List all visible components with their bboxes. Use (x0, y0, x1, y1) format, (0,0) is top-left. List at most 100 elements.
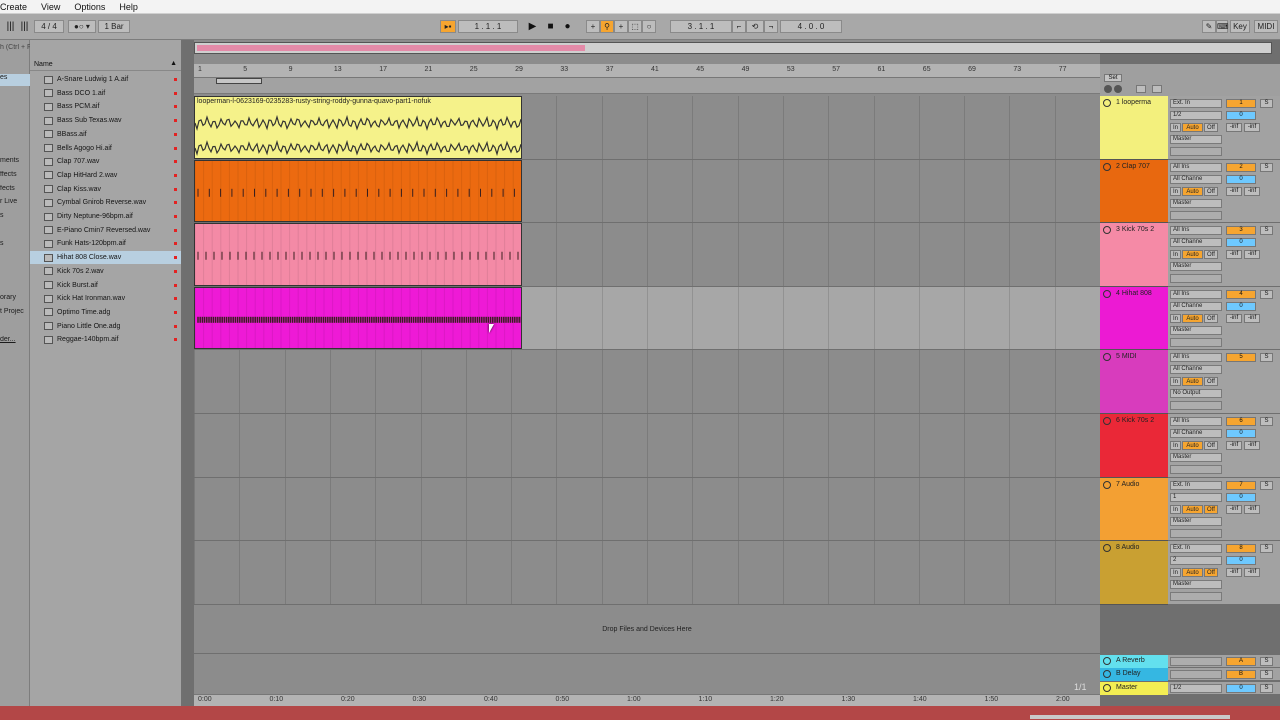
track-fold-icon[interactable] (1103, 99, 1111, 107)
track-header[interactable]: 1 looperma (1100, 96, 1168, 160)
browser-file-row[interactable]: Clap HitHard 2.wav (30, 169, 181, 182)
browser-file-row[interactable]: Kick 70s 2.wav (30, 265, 181, 278)
punch-in-button[interactable]: ⌐ (732, 20, 746, 33)
lock-icon[interactable] (1152, 85, 1162, 93)
browser-file-row[interactable]: Funk Hats-120bpm.aif (30, 237, 181, 250)
preview-dot-icon[interactable] (174, 256, 177, 260)
track-header[interactable]: 2 Clap 707 (1100, 159, 1168, 224)
track-activator-button[interactable]: 1 (1226, 99, 1256, 108)
return-activator-button[interactable]: B (1226, 670, 1256, 679)
set-button[interactable]: Set (1104, 74, 1122, 82)
output-channel-select[interactable] (1170, 465, 1222, 474)
track-header[interactable]: 3 Kick 70s 2 (1100, 223, 1168, 287)
monitor-off-button[interactable]: Off (1204, 313, 1218, 323)
monitor-off-button[interactable]: Off (1204, 250, 1218, 260)
menu-create[interactable]: Create (0, 2, 27, 12)
master-volume-field[interactable]: 0 (1226, 684, 1256, 693)
browser-file-row[interactable]: E-Piano Cmin7 Reversed.wav (30, 224, 181, 237)
follow-button[interactable]: ▸▪ (440, 20, 456, 33)
track-activator-button[interactable]: 5 (1226, 353, 1256, 363)
midi-map-button[interactable]: MIDI (1254, 20, 1278, 33)
arrangement-overview[interactable] (194, 42, 1272, 54)
track-fold-icon[interactable] (1103, 684, 1111, 692)
category-item[interactable]: r Live (0, 198, 30, 205)
computer-keyboard-icon[interactable]: ⌨ (1216, 20, 1229, 33)
track-activator-button[interactable]: 2 (1226, 162, 1256, 172)
track-volume-field[interactable]: 0 (1226, 301, 1256, 311)
preview-dot-icon[interactable] (174, 201, 177, 205)
track-volume-field[interactable]: 0 (1226, 556, 1256, 566)
browser-file-row[interactable]: Clap Kiss.wav (30, 183, 181, 196)
input-channel-select[interactable]: All Channe (1170, 429, 1222, 438)
monitor-in-button[interactable]: In (1170, 186, 1181, 196)
return-io-select[interactable] (1170, 657, 1222, 666)
loop-brace-lane[interactable] (194, 78, 1100, 94)
monitor-off-button[interactable]: Off (1204, 123, 1218, 132)
monitor-in-button[interactable]: In (1170, 568, 1181, 578)
browser-file-row[interactable]: Reggae-140bpm.aif (30, 333, 181, 346)
preview-dot-icon[interactable] (174, 160, 177, 164)
output-channel-select[interactable] (1170, 337, 1222, 347)
automation-arm-button[interactable]: ⚲ (600, 20, 614, 33)
punch-out-button[interactable]: ¬ (764, 20, 778, 33)
track-volume-field[interactable]: 0 (1226, 174, 1256, 184)
session-record-button[interactable]: + (614, 20, 628, 33)
solo-button[interactable]: S (1260, 162, 1273, 172)
category-item[interactable]: es (0, 74, 30, 86)
loop-button[interactable]: ⟲ (746, 20, 764, 33)
input-type-select[interactable]: All Ins (1170, 289, 1222, 299)
browser-file-row[interactable]: Kick Hat Ironman.wav (30, 292, 181, 305)
track-fold-icon[interactable] (1103, 353, 1111, 362)
solo-button[interactable]: S (1260, 544, 1273, 554)
time-signature-field[interactable]: 4 / 4 (34, 20, 64, 33)
track-fold-icon[interactable] (1103, 544, 1111, 553)
monitor-auto-button[interactable]: Auto (1182, 441, 1203, 450)
track-lane[interactable] (194, 159, 1100, 224)
draw-mode-icon[interactable]: ✎ (1202, 20, 1216, 33)
monitor-auto-button[interactable]: Auto (1182, 377, 1203, 387)
preview-dot-icon[interactable] (174, 338, 177, 342)
tempo-bars-icon[interactable]: ||| (18, 20, 31, 33)
monitor-in-button[interactable]: In (1170, 313, 1181, 323)
output-select[interactable]: Master (1170, 325, 1222, 335)
browser-file-row[interactable]: Bells Agogo Hi.aif (30, 142, 181, 155)
track-fold-icon[interactable] (1103, 480, 1111, 489)
browser-file-row[interactable]: Piano Little One.adg (30, 320, 181, 333)
track-header[interactable]: 6 Kick 70s 2 (1100, 414, 1168, 478)
return-track-header[interactable]: B Delay (1100, 668, 1168, 681)
output-channel-select[interactable] (1170, 528, 1222, 538)
input-channel-select[interactable]: 1/2 (1170, 111, 1222, 120)
time-ruler[interactable]: 0:00 0:10 0:20 0:30 0:40 0:50 1:00 1:10 1:20 1:30… (194, 694, 1100, 706)
monitor-auto-button[interactable]: Auto (1182, 186, 1203, 196)
track-volume-field[interactable]: 0 (1226, 492, 1256, 502)
track-header[interactable]: 4 Hihat 808 (1100, 286, 1168, 351)
category-item[interactable]: orary (0, 294, 30, 301)
output-select[interactable]: Master (1170, 198, 1222, 208)
preview-dot-icon[interactable] (174, 283, 177, 287)
record-icon[interactable]: ● (561, 20, 574, 33)
solo-button[interactable]: S (1260, 657, 1273, 666)
output-channel-select[interactable] (1170, 401, 1222, 411)
category-item[interactable]: s (0, 240, 30, 247)
browser-file-row[interactable]: Bass Sub Texas.wav (30, 114, 181, 127)
sort-icon[interactable]: ▲ (170, 60, 177, 67)
solo-button[interactable]: S (1260, 684, 1273, 693)
capture-button[interactable]: ⬚ (628, 20, 642, 33)
browser-file-row[interactable]: Kick Burst.aif (30, 279, 181, 292)
drop-zone[interactable]: Drop Files and Devices Here (194, 606, 1100, 654)
audio-clip[interactable] (194, 223, 522, 286)
input-type-select[interactable]: Ext. In (1170, 544, 1222, 554)
loop-length-field[interactable]: 4 . 0 . 0 (780, 20, 842, 33)
return-io-select[interactable] (1170, 670, 1222, 679)
track-activator-button[interactable]: 4 (1226, 289, 1256, 299)
browser-file-row[interactable]: Dirty Neptune-96bpm.aif (30, 210, 181, 223)
preview-dot-icon[interactable] (174, 78, 177, 81)
stop-icon[interactable]: ■ (544, 20, 557, 33)
output-select[interactable]: Master (1170, 453, 1222, 462)
browser-file-row[interactable]: BBass.aif (30, 128, 181, 141)
return-activator-button[interactable]: A (1226, 657, 1256, 666)
audio-clip[interactable] (194, 286, 522, 350)
quantize-select[interactable]: 1 Bar (98, 20, 130, 33)
metronome-bars-icon[interactable]: ||| (4, 20, 17, 33)
preview-dot-icon[interactable] (174, 173, 177, 177)
